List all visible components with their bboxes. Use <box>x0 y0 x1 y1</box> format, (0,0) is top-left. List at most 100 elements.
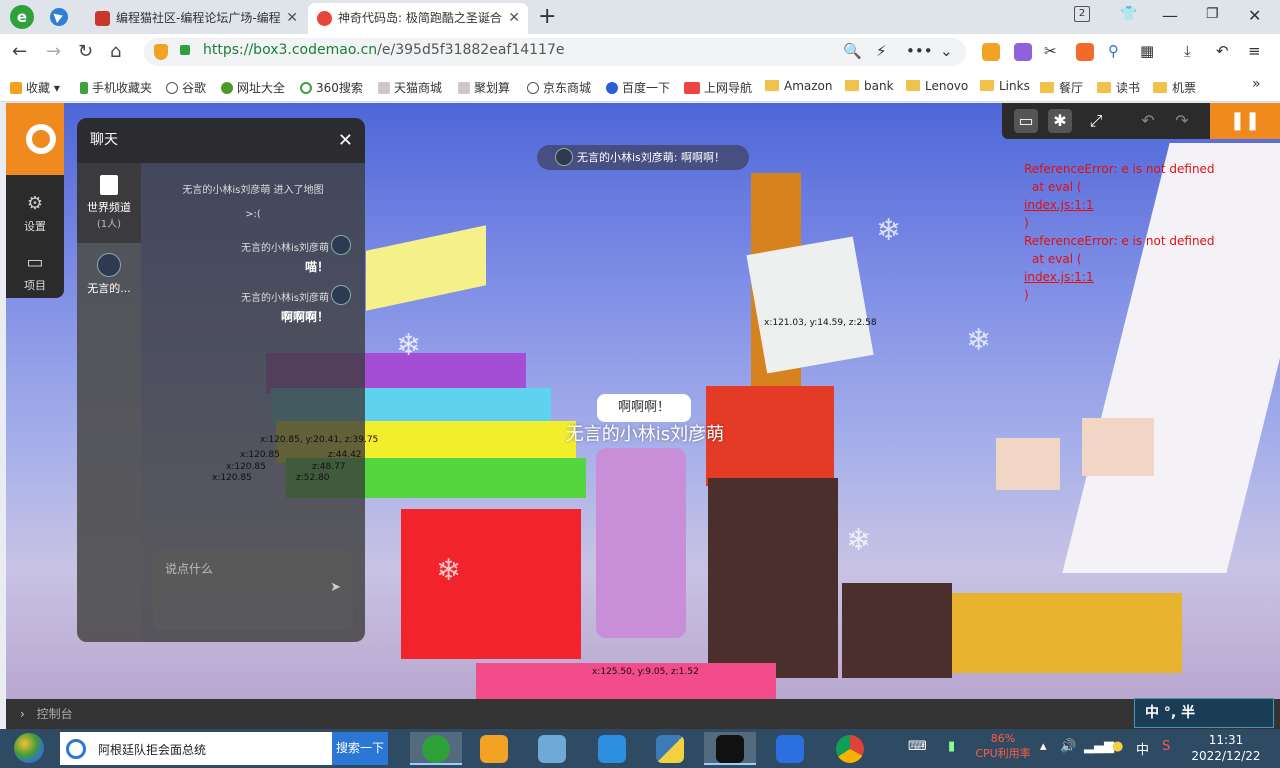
tab-codemao-forum[interactable]: 编程猫社区-编程论坛广场-编程 ✕ <box>86 3 306 34</box>
error-link[interactable]: index.js:1:1 <box>1024 268 1274 286</box>
taskbar-app-browser[interactable] <box>410 732 462 765</box>
signal-icon[interactable]: ▂▄▆ <box>1084 739 1114 754</box>
cpu-meter[interactable]: 86% CPU利用率 <box>972 731 1034 761</box>
back-icon[interactable]: ← <box>12 41 27 62</box>
close-tab-icon[interactable]: ✕ <box>286 3 298 34</box>
bookmark-google[interactable]: 谷歌 <box>166 79 206 96</box>
window-count-button[interactable]: 2 <box>1074 6 1090 22</box>
bookmark-folder-amazon[interactable]: Amazon <box>765 79 833 93</box>
taskbar-app-orange[interactable] <box>468 732 520 765</box>
pause-button[interactable]: ❚❚ <box>1210 103 1280 139</box>
restore-button[interactable]: ❐ <box>1206 6 1219 22</box>
baidu-icon <box>606 82 618 94</box>
bookmark-favorites[interactable]: 收藏 ▾ <box>10 79 60 96</box>
ime-language[interactable]: 中 <box>1136 739 1149 758</box>
message-text: 喵！ <box>304 260 329 274</box>
keyboard-icon[interactable]: ⌨ <box>908 739 927 754</box>
browser-logo-icon[interactable]: e <box>10 5 34 29</box>
apps-grid-icon[interactable]: ▦ <box>1140 42 1154 60</box>
redo-icon[interactable]: ↷ <box>1170 109 1194 133</box>
codemao-logo-icon[interactable] <box>26 124 56 154</box>
bookmark-hao123[interactable]: 上网导航 <box>684 79 752 96</box>
settings-button[interactable]: ⚙ 设置 <box>6 193 64 234</box>
chat-toggle-icon[interactable]: ▭ <box>1014 109 1038 133</box>
bookmark-baidu[interactable]: 百度一下 <box>606 79 670 96</box>
chat-bubble-top: 无言的小林is刘彦萌: 啊啊啊！ <box>537 145 749 170</box>
forward-icon[interactable]: → <box>46 41 61 62</box>
chevron-down-icon[interactable]: ⌄ <box>940 42 953 60</box>
world-channel[interactable]: 世界频道 (1人) <box>77 163 141 243</box>
taskbar-app-chrome[interactable] <box>824 732 876 765</box>
new-tab-button[interactable]: + <box>538 4 556 29</box>
send-icon[interactable]: ➤ <box>330 580 341 595</box>
undo-icon[interactable]: ↶ <box>1216 42 1229 60</box>
taskbar-app-chat[interactable] <box>586 732 638 765</box>
tray-app-icon[interactable]: ● <box>1112 739 1123 754</box>
shirt-icon[interactable]: 👕 <box>1120 6 1137 22</box>
python-icon <box>656 735 684 763</box>
minimize-button[interactable]: — <box>1162 6 1178 25</box>
bookmark-folder-lenovo[interactable]: Lenovo <box>906 79 968 93</box>
lock-icon[interactable] <box>180 45 190 55</box>
start-button[interactable] <box>14 733 44 763</box>
search-extension-icon[interactable]: ⚲ <box>1108 42 1119 60</box>
taskbar-app-network[interactable] <box>526 732 578 765</box>
ime-status-bar[interactable]: 中 °, 半 <box>1134 698 1274 728</box>
lightning-icon[interactable]: ⚡ <box>876 42 887 60</box>
close-window-button[interactable]: ✕ <box>1248 6 1261 25</box>
scissors-icon[interactable]: ✂ <box>1044 42 1057 60</box>
download-icon[interactable]: ⤓ <box>1184 42 1191 60</box>
translate-icon[interactable] <box>1014 43 1032 61</box>
bookmark-jd[interactable]: 京东商城 <box>527 79 591 96</box>
volume-icon[interactable]: 🔊 <box>1060 739 1076 754</box>
bug-icon[interactable]: ✱ <box>1048 109 1072 133</box>
chat-input[interactable] <box>165 558 325 580</box>
home-icon[interactable]: ⌂ <box>110 41 121 62</box>
bookmarks-more-button[interactable]: » <box>1252 76 1261 92</box>
shield-icon[interactable] <box>154 44 168 60</box>
chevron-right-icon: › <box>20 707 25 721</box>
bookmark-360[interactable]: 360搜索 <box>300 79 363 96</box>
system-clock[interactable]: 11:31 2022/12/22 <box>1190 732 1262 764</box>
taskbar-app-lark[interactable] <box>764 732 816 765</box>
taskbar-app-python[interactable] <box>644 732 696 765</box>
tray-up-icon[interactable]: ▴ <box>1040 739 1047 754</box>
taskbar-search-button[interactable]: 搜索一下 <box>332 732 388 765</box>
taskbar-app-dark[interactable] <box>704 732 756 765</box>
bookmark-folder-bank[interactable]: bank <box>845 79 894 93</box>
tab-box3-game[interactable]: 神奇代码岛: 极简跑酷之圣诞合 ✕ <box>308 3 528 34</box>
bookmark-folder-flights[interactable]: 机票 <box>1153 79 1196 96</box>
clock-time: 11:31 <box>1208 733 1244 747</box>
fullscreen-icon[interactable]: ⤢ <box>1084 109 1108 133</box>
reload-icon[interactable]: ↻ <box>78 41 93 62</box>
close-icon[interactable]: ✕ <box>338 118 353 163</box>
tab-favicon-icon <box>95 11 110 26</box>
bookmark-folder-links[interactable]: Links <box>980 79 1030 93</box>
taskbar-search[interactable]: 阿根廷队拒会面总统 <box>60 732 332 765</box>
search-icon[interactable]: 🔍 <box>843 42 862 60</box>
bookmark-mobile[interactable]: 手机收藏夹 <box>80 79 152 96</box>
snowflake-icon: ❄ <box>846 523 872 558</box>
bookmark-tmall[interactable]: 天猫商城 <box>378 79 442 96</box>
menu-icon[interactable]: ≡ <box>1248 42 1261 60</box>
url-text[interactable]: https://box3.codemao.cn/e/395d5f31882eaf… <box>203 42 564 58</box>
extension-shield-icon[interactable] <box>982 43 1000 61</box>
telegram-icon[interactable] <box>50 8 68 26</box>
message-sender: 无言的小林is刘彦萌 <box>241 293 329 304</box>
undo-icon[interactable]: ↶ <box>1136 109 1160 133</box>
more-icon[interactable]: ••• <box>906 42 933 60</box>
sogou-icon[interactable]: S <box>1162 739 1170 754</box>
ie-icon <box>66 739 86 759</box>
bookmark-site-directory[interactable]: 网址大全 <box>221 79 285 96</box>
yellow-staircase <box>366 225 486 311</box>
battery-icon[interactable]: ▮ <box>948 739 955 754</box>
game-extension-icon[interactable] <box>1076 43 1094 61</box>
bookmark-folder-restaurant[interactable]: 餐厅 <box>1040 79 1083 96</box>
error-link[interactable]: index.js:1:1 <box>1024 196 1274 214</box>
chat-user-entry[interactable]: 无言的... <box>77 253 141 296</box>
bookmark-juhuasuan[interactable]: 聚划算 <box>458 79 510 96</box>
close-tab-icon[interactable]: ✕ <box>508 3 520 34</box>
console-bar[interactable]: › 控制台 <box>6 699 1280 729</box>
project-button[interactable]: ▭ 项目 <box>6 252 64 293</box>
bookmark-folder-reading[interactable]: 读书 <box>1097 79 1140 96</box>
